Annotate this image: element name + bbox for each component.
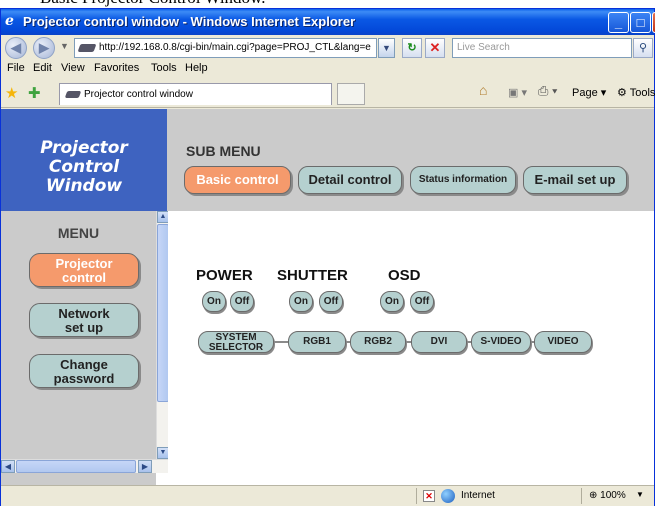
tools-menu-button[interactable]: ⚙ Tools ▾	[617, 86, 655, 99]
system-selector-button[interactable]: SYSTEM SELECTOR	[198, 331, 274, 353]
shutter-on-button[interactable]: On	[289, 291, 313, 312]
status-bar: ✕ Internet ⊕ 100% ▼	[1, 485, 654, 506]
submenu-status-information[interactable]: Status information	[410, 166, 516, 194]
menu-title: MENU	[57, 225, 100, 241]
feeds-icon[interactable]: ▣ ▾	[508, 86, 527, 99]
tools-menu-label: Tools	[629, 87, 655, 99]
logo-line3: Window	[45, 176, 123, 196]
osd-label: OSD	[388, 267, 421, 284]
print-icon[interactable]: ⎙ ▾	[538, 83, 557, 99]
refresh-button[interactable]: ↻	[402, 38, 422, 58]
scroll-left-arrow-icon[interactable]: ◀	[1, 460, 15, 473]
menu-horizontal-scrollbar[interactable]: ◀ ▶	[1, 459, 168, 473]
zoom-dropdown-icon[interactable]: ▼	[636, 490, 644, 499]
menu-change-password[interactable]: Change password	[29, 354, 139, 388]
new-tab-button[interactable]	[337, 83, 365, 105]
input-rgb2-button[interactable]: RGB2	[350, 331, 406, 353]
forward-button[interactable]: ▶	[33, 37, 55, 59]
page-menu-button[interactable]: Page ▾	[572, 86, 606, 99]
scroll-right-arrow-icon[interactable]: ▶	[138, 460, 152, 473]
input-video-button[interactable]: VIDEO	[534, 331, 592, 353]
menu-file[interactable]: File	[7, 62, 25, 74]
title-bar[interactable]: e Projector control window - Windows Int…	[1, 9, 655, 35]
input-svideo-button[interactable]: S-VIDEO	[471, 331, 531, 353]
logo-line1: Projector	[40, 138, 128, 158]
address-dropdown-button[interactable]: ▼	[378, 38, 395, 58]
menu-help[interactable]: Help	[185, 62, 208, 74]
input-dvi-button[interactable]: DVI	[411, 331, 467, 353]
shutter-label: SHUTTER	[277, 267, 348, 284]
logo-line2: Control	[48, 157, 120, 177]
status-separator	[416, 488, 417, 504]
submenu-detail-control[interactable]: Detail control	[298, 166, 402, 194]
input-rgb1-button[interactable]: RGB1	[288, 331, 346, 353]
osd-on-button[interactable]: On	[380, 291, 404, 312]
page-icon	[77, 44, 97, 52]
menu-vertical-scrollbar[interactable]: ▲ ▼	[156, 211, 169, 459]
search-input[interactable]: Live Search	[452, 38, 632, 58]
security-zone-label: Internet	[461, 490, 495, 501]
tab-label: Projector control window	[84, 89, 193, 100]
submenu-title: SUB MENU	[186, 143, 261, 159]
menu-tools[interactable]: Tools	[151, 62, 177, 74]
page-menu-label: Page	[572, 87, 598, 99]
control-area: POWER SHUTTER OSD On Off On Off On Off S…	[168, 211, 654, 473]
zoom-value: 100%	[600, 490, 626, 501]
document-caption: Basic Projector Control Window.	[0, 0, 655, 8]
search-icon[interactable]: ⚲	[633, 38, 653, 58]
tab-page-icon	[64, 91, 82, 98]
maximize-button[interactable]: □	[630, 12, 651, 33]
back-button[interactable]: ◀	[5, 37, 27, 59]
home-icon[interactable]: ⌂	[479, 82, 487, 98]
internet-zone-icon	[441, 489, 455, 503]
page-content: Projector Control Window SUB MENU Basic …	[1, 109, 654, 485]
address-row: ◀ ▶ ▼ http://192.168.0.8/cgi-bin/main.cg…	[1, 35, 654, 61]
logo: Projector Control Window	[1, 139, 167, 196]
power-on-button[interactable]: On	[202, 291, 226, 312]
address-url: http://192.168.0.8/cgi-bin/main.cgi?page…	[99, 42, 371, 53]
menu-projector-control[interactable]: Projector control	[29, 253, 139, 287]
browser-window: e Projector control window - Windows Int…	[0, 8, 655, 506]
favorites-toolbar: ★ ✚ Projector control window ⌂ ▣ ▾ ⎙ ▾ P…	[1, 78, 655, 108]
logo-panel: Projector Control Window	[1, 109, 167, 211]
side-menu-panel: MENU Projector control Network set up Ch…	[1, 211, 156, 485]
internet-explorer-icon: e	[5, 13, 14, 29]
shutter-off-button[interactable]: Off	[319, 291, 343, 312]
add-favorites-icon[interactable]: ✚	[28, 84, 41, 102]
popup-blocked-icon[interactable]: ✕	[423, 490, 435, 502]
address-input[interactable]: http://192.168.0.8/cgi-bin/main.cgi?page…	[74, 38, 377, 58]
favorites-star-icon[interactable]: ★	[5, 84, 18, 102]
menu-bar: File Edit View Favorites Tools Help	[1, 61, 654, 78]
menu-edit[interactable]: Edit	[33, 62, 52, 74]
submenu-basic-control[interactable]: Basic control	[184, 166, 291, 194]
submenu-panel: SUB MENU Basic control Detail control St…	[167, 109, 654, 211]
stop-button[interactable]: ✕	[425, 38, 445, 58]
power-label: POWER	[196, 267, 253, 284]
osd-off-button[interactable]: Off	[410, 291, 434, 312]
menu-view[interactable]: View	[61, 62, 85, 74]
recent-pages-dropdown[interactable]: ▼	[60, 41, 69, 51]
horizontal-scroll-thumb[interactable]	[16, 460, 136, 473]
gear-icon: ⚙	[617, 87, 627, 99]
minimize-button[interactable]: _	[608, 12, 629, 33]
menu-network-set-up[interactable]: Network set up	[29, 303, 139, 337]
power-off-button[interactable]: Off	[230, 291, 254, 312]
menu-favorites[interactable]: Favorites	[94, 62, 139, 74]
document-caption-text: Basic Projector Control Window.	[40, 0, 265, 8]
tab-projector-control[interactable]: Projector control window	[59, 83, 332, 105]
zoom-level[interactable]: ⊕ 100%	[589, 490, 626, 501]
submenu-email-set-up[interactable]: E-mail set up	[523, 166, 627, 194]
zoom-icon: ⊕	[589, 490, 601, 501]
window-title: Projector control window - Windows Inter…	[23, 14, 356, 29]
status-separator	[581, 488, 582, 504]
